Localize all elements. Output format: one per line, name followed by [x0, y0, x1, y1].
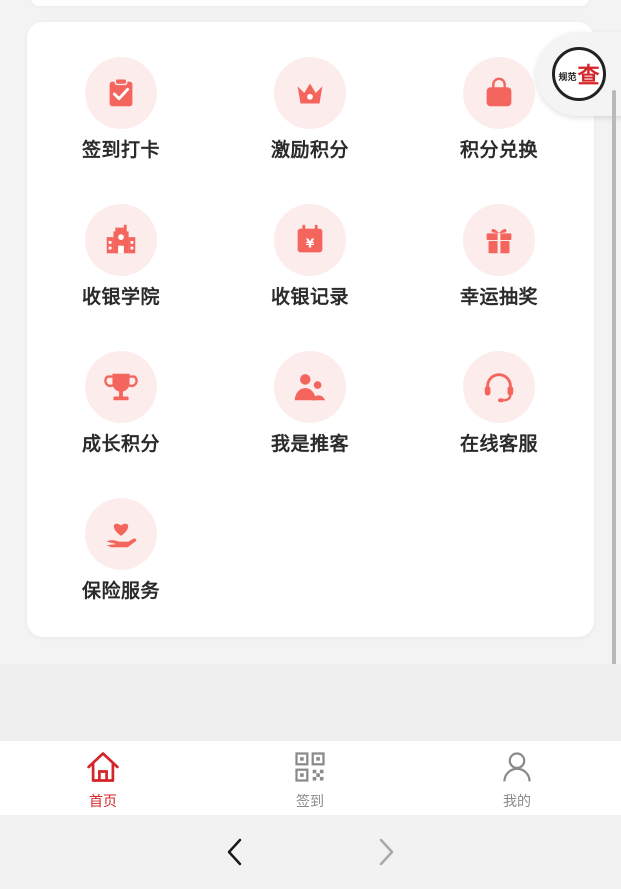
top-card-edge	[32, 0, 588, 6]
headset-icon	[463, 351, 535, 423]
grid-item-lucky-draw[interactable]: 幸运抽奖	[424, 204, 574, 334]
badge-small-text: 规范	[558, 72, 577, 83]
browser-nav-bar	[0, 815, 621, 889]
tab-label: 我的	[503, 794, 531, 810]
grid-item-label: 我是推客	[270, 433, 349, 455]
qr-code-icon	[295, 752, 325, 782]
gift-icon	[463, 204, 535, 276]
grid-item-growth-points[interactable]: 成长积分	[46, 351, 196, 481]
grid-item-label: 收银学院	[81, 286, 160, 308]
people-icon	[274, 351, 346, 423]
grid-item-insurance[interactable]: 保险服务	[46, 498, 196, 628]
crown-icon	[274, 57, 346, 129]
grid-item-label: 激励积分	[270, 139, 349, 161]
shopping-bag-icon	[463, 57, 535, 129]
tab-bar: 首页 签到 我的	[0, 740, 621, 815]
grid-item-label: 幸运抽奖	[459, 286, 538, 308]
grid-item-label: 积分兑换	[459, 139, 538, 161]
chevron-left-icon	[227, 838, 242, 866]
user-icon	[503, 752, 531, 782]
content-gap	[0, 664, 621, 740]
feature-grid-card: 签到打卡 激励积分 积分兑换 收银学院 ¥ 收银记录 幸运抽奖 成长积分 我是推…	[27, 22, 594, 637]
svg-text:¥: ¥	[306, 237, 315, 251]
tab-mine[interactable]: 我的	[457, 749, 577, 811]
calendar-yen-icon: ¥	[274, 204, 346, 276]
grid-item-online-service[interactable]: 在线客服	[424, 351, 574, 481]
tab-sign-in[interactable]: 签到	[250, 749, 370, 811]
grid-item-label: 保险服务	[81, 580, 160, 602]
grid-item-incentive-points[interactable]: 激励积分	[235, 57, 385, 187]
grid-item-label: 在线客服	[459, 433, 538, 455]
back-button[interactable]	[220, 837, 250, 867]
grid-item-sign-in[interactable]: 签到打卡	[46, 57, 196, 187]
hand-heart-icon	[85, 498, 157, 570]
forward-button[interactable]	[371, 837, 401, 867]
grid-item-label: 收银记录	[270, 286, 349, 308]
grid-item-cashier-records[interactable]: ¥ 收银记录	[235, 204, 385, 334]
chevron-right-icon	[379, 838, 394, 866]
grid-item-label: 签到打卡	[81, 139, 160, 161]
trophy-icon	[85, 351, 157, 423]
tab-label: 签到	[296, 794, 324, 810]
check-seal-icon: 规范 查	[552, 47, 606, 101]
grid-item-cashier-academy[interactable]: 收银学院	[46, 204, 196, 334]
floating-check-badge[interactable]: 规范 查	[536, 32, 621, 116]
school-building-icon	[85, 204, 157, 276]
badge-big-text: 查	[577, 64, 600, 89]
grid-item-promoter[interactable]: 我是推客	[235, 351, 385, 481]
tab-home[interactable]: 首页	[43, 749, 163, 811]
grid-item-label: 成长积分	[81, 433, 160, 455]
tab-label: 首页	[89, 794, 117, 810]
home-icon	[87, 752, 119, 782]
clipboard-check-icon	[85, 57, 157, 129]
